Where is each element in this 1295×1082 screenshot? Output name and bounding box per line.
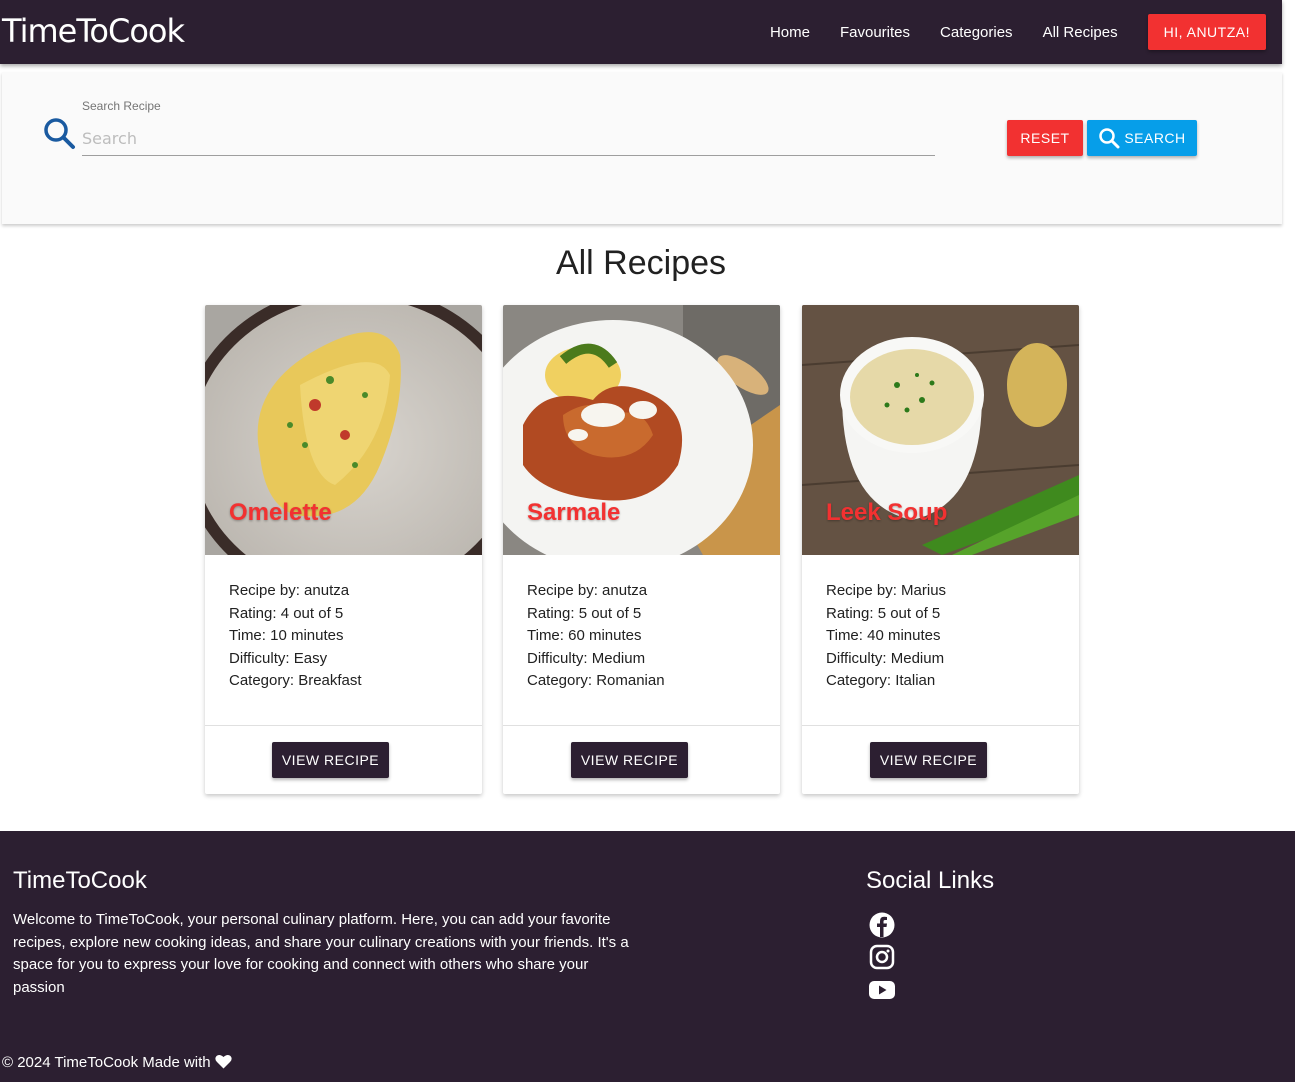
recipe-author: Recipe by: anutza: [229, 582, 350, 599]
nav-link-favourites[interactable]: Favourites: [840, 24, 910, 41]
recipe-rating: Rating: 4 out of 5: [229, 604, 344, 622]
page-title: All Recipes: [555, 244, 727, 282]
card-divider: [802, 725, 1079, 726]
recipe-category: Category: Italian: [826, 672, 936, 690]
recipe-rating: Rating: 5 out of 5: [527, 604, 642, 622]
recipe-title: Sarmale: [527, 499, 621, 526]
recipe-image-omelette[interactable]: Omelette: [205, 305, 482, 555]
search-input[interactable]: [82, 122, 935, 156]
card-divider: [503, 725, 780, 726]
recipe-card: Sarmale Recipe by: anutza Rating: 5 out …: [503, 305, 780, 794]
recipe-difficulty: Difficulty: Medium: [527, 649, 646, 667]
footer-title: TimeToCook: [13, 867, 147, 894]
recipe-difficulty: Difficulty: Medium: [826, 649, 945, 667]
recipe-category: Category: Breakfast: [229, 672, 362, 690]
recipe-author: Recipe by: anutza: [527, 582, 648, 599]
card-divider: [205, 725, 482, 726]
search-icon: [1099, 128, 1120, 149]
recipe-category: Category: Romanian: [527, 672, 665, 690]
search-panel: Search Recipe RESET SEARCH: [2, 72, 1282, 224]
recipe-title: Leek Soup: [826, 499, 948, 526]
recipe-info: Recipe by: anutza Rating: 4 out of 5 Tim…: [229, 580, 362, 693]
social-links-title: Social Links: [866, 867, 995, 894]
recipe-rating: Rating: 5 out of 5: [826, 604, 941, 622]
recipe-time: Time: 40 minutes: [826, 627, 941, 645]
copyright: © 2024 TimeToCook Made with: [2, 1054, 232, 1071]
view-recipe-button[interactable]: VIEW RECIPE: [571, 742, 688, 778]
recipe-card: Leek Soup Recipe by: Marius Rating: 5 ou…: [802, 305, 1079, 794]
search-label: Search Recipe: [82, 99, 161, 113]
recipe-title: Omelette: [229, 499, 332, 526]
navbar: TimeToCook Home Favourites Categories Al…: [0, 0, 1282, 64]
search-icon: [44, 118, 75, 149]
recipe-info: Recipe by: Marius Rating: 5 out of 5 Tim…: [826, 580, 946, 693]
view-recipe-button[interactable]: VIEW RECIPE: [870, 742, 987, 778]
facebook-icon[interactable]: [868, 911, 896, 939]
nav-link-home[interactable]: Home: [770, 24, 810, 41]
heart-icon: [215, 1054, 232, 1069]
search-button-label: SEARCH: [1124, 130, 1186, 146]
recipe-image-sarmale[interactable]: Sarmale: [503, 305, 780, 555]
brand-logo[interactable]: TimeToCook: [2, 12, 185, 50]
nav-link-all-recipes[interactable]: All Recipes: [1043, 24, 1118, 41]
search-button[interactable]: SEARCH: [1087, 120, 1197, 156]
recipe-card: Omelette Recipe by: anutza Rating: 4 out…: [205, 305, 482, 794]
recipe-time: Time: 10 minutes: [229, 627, 344, 645]
nav-link-categories[interactable]: Categories: [940, 24, 1013, 41]
nav-links: Home Favourites Categories All Recipes H…: [740, 0, 1266, 64]
youtube-icon[interactable]: [868, 976, 896, 1004]
copyright-text: © 2024 TimeToCook Made with: [2, 1054, 211, 1071]
instagram-icon[interactable]: [868, 943, 896, 971]
user-greeting-button[interactable]: HI, ANUTZA!: [1147, 14, 1266, 50]
recipe-difficulty: Difficulty: Easy: [229, 649, 328, 667]
recipe-info: Recipe by: anutza Rating: 5 out of 5 Tim…: [527, 580, 665, 693]
footer-description: Welcome to TimeToCook, your personal cul…: [13, 911, 629, 996]
view-recipe-button[interactable]: VIEW RECIPE: [272, 742, 389, 778]
footer: TimeToCook Welcome to TimeToCook, your p…: [0, 831, 1295, 1082]
reset-button[interactable]: RESET: [1007, 120, 1083, 156]
recipe-image-leek-soup[interactable]: Leek Soup: [802, 305, 1079, 555]
recipe-time: Time: 60 minutes: [527, 627, 642, 645]
recipe-author: Recipe by: Marius: [826, 582, 947, 599]
footer-bottom: © 2024 TimeToCook Made with: [0, 1039, 1295, 1082]
